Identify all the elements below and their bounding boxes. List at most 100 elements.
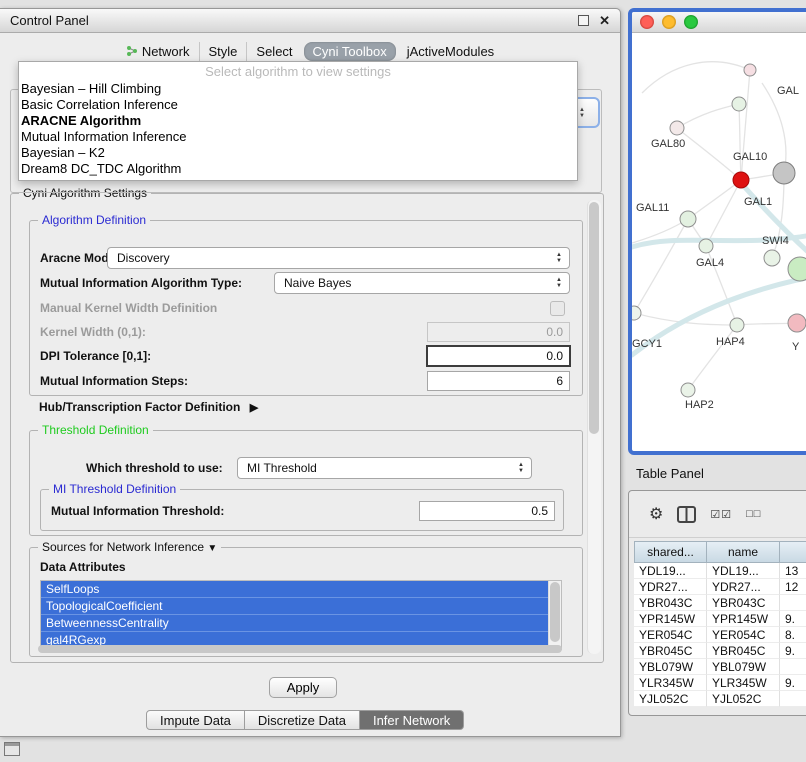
list-scrollbar[interactable]	[548, 581, 561, 649]
algorithm-option[interactable]: Basic Correlation Inference	[19, 97, 577, 113]
table-cell: YDR27...	[707, 579, 780, 595]
table-row[interactable]: YBR045CYBR045C9.	[634, 643, 806, 659]
column-header-extra[interactable]	[780, 541, 806, 563]
tab-jactivemodules[interactable]: jActiveModules	[398, 42, 503, 61]
algorithm-option[interactable]: Mutual Information Inference	[19, 129, 577, 145]
network-node[interactable]	[733, 172, 749, 188]
column-header-shared-name[interactable]: shared...	[634, 541, 707, 563]
algorithm-option[interactable]: Dream8 DC_TDC Algorithm	[19, 161, 577, 177]
column-header-name[interactable]: name	[707, 541, 780, 563]
horizontal-scrollbar[interactable]	[38, 645, 562, 653]
sources-group-title[interactable]: Sources for Network Inference ▼	[38, 540, 221, 554]
minimize-traffic-light-icon[interactable]	[662, 15, 676, 29]
apply-button[interactable]: Apply	[269, 677, 337, 698]
table-row[interactable]: YDR27...YDR27...12	[634, 579, 806, 595]
node-label: GCY1	[632, 338, 662, 350]
table-cell: YJL052C	[707, 691, 780, 707]
mi-threshold-group-title: MI Threshold Definition	[49, 482, 180, 496]
algorithm-option[interactable]: Bayesian – K2	[19, 145, 577, 161]
network-node[interactable]	[681, 383, 695, 397]
deselect-all-checks-icon[interactable]: □□	[746, 508, 761, 520]
algorithm-option[interactable]: ARACNE Algorithm	[19, 113, 577, 129]
attribute-item[interactable]: SelfLoops	[41, 581, 549, 598]
table-row[interactable]: YER054CYER054C8.	[634, 627, 806, 643]
cyni-algorithm-settings-group: Cyni Algorithm Settings Algorithm Defini…	[10, 193, 604, 663]
network-window-titlebar[interactable]	[632, 12, 806, 33]
hub-definition-expander[interactable]: Hub/Transcription Factor Definition ▶	[39, 400, 258, 414]
table-cell: 8.	[780, 627, 806, 643]
table-cell: 13	[780, 563, 806, 579]
node-label: GAL80	[651, 138, 685, 150]
window-title: Control Panel	[10, 13, 89, 28]
select-all-checks-icon[interactable]: ☑☑	[710, 508, 732, 521]
close-traffic-light-icon[interactable]	[640, 15, 654, 29]
threshold-definition-title: Threshold Definition	[38, 423, 153, 437]
network-node[interactable]	[773, 162, 795, 184]
network-node[interactable]	[788, 314, 806, 332]
dpi-tolerance-field[interactable]: 0.0	[426, 345, 571, 367]
table-cell: 9.	[780, 675, 806, 691]
table-cell: YBR045C	[634, 643, 707, 659]
table-cell: YJL052C	[634, 691, 707, 707]
tab-discretize-data[interactable]: Discretize Data	[245, 710, 360, 730]
table-row[interactable]: YLR345WYLR345W9.	[634, 675, 806, 691]
manual-kernel-checkbox[interactable]	[550, 301, 565, 316]
network-node[interactable]	[730, 318, 744, 332]
tab-cyni-toolbox[interactable]: Cyni Toolbox	[304, 42, 396, 61]
gear-icon[interactable]: ⚙	[649, 504, 663, 524]
node-label: SWI4	[762, 235, 789, 247]
node-label: GAL11	[636, 202, 669, 214]
table-cell: YDL19...	[634, 563, 707, 579]
network-node[interactable]	[699, 239, 713, 253]
tab-style[interactable]: Style	[199, 42, 247, 61]
node-label: GAL10	[733, 151, 767, 163]
network-node[interactable]	[632, 306, 641, 320]
table-cell	[780, 659, 806, 675]
which-threshold-select[interactable]: MI Threshold ▲▼	[237, 457, 532, 479]
mi-type-select[interactable]: Naive Bayes ▲▼	[274, 272, 570, 294]
float-window-icon[interactable]	[578, 15, 589, 26]
network-node[interactable]	[764, 250, 780, 266]
control-panel-titlebar[interactable]: Control Panel ✕	[0, 9, 620, 33]
network-node[interactable]	[732, 97, 746, 111]
table-row[interactable]: YBL079WYBL079W	[634, 659, 806, 675]
algorithm-option[interactable]: Bayesian – Hill Climbing	[19, 81, 577, 97]
columns-icon[interactable]	[677, 506, 696, 523]
sources-group: Sources for Network Inference ▼ Data Att…	[29, 547, 583, 657]
aracne-mode-select[interactable]: Discovery ▲▼	[107, 247, 570, 269]
network-node[interactable]	[670, 121, 684, 135]
algorithm-dropdown: Select algorithm to view settings Bayesi…	[18, 61, 578, 181]
minimized-panel-icon[interactable]	[4, 742, 20, 756]
mi-type-value: Naive Bayes	[284, 276, 351, 290]
attribute-item[interactable]: TopologicalCoefficient	[41, 598, 549, 615]
table-cell: YER054C	[634, 627, 707, 643]
close-window-icon[interactable]: ✕	[599, 13, 610, 29]
settings-scrollbar[interactable]	[587, 200, 601, 654]
network-node[interactable]	[744, 64, 756, 76]
table-cell: YDR27...	[634, 579, 707, 595]
mi-steps-field[interactable]: 6	[427, 371, 570, 391]
mi-threshold-field[interactable]: 0.5	[419, 501, 555, 521]
table-rows: YDL19...YDL19...13YDR27...YDR27...12YBR0…	[634, 563, 806, 707]
network-viewport[interactable]: GALGAL80GAL10GAL11GAL1SWI4GAL4GCY1HAP4YH…	[632, 33, 806, 432]
tab-select[interactable]: Select	[246, 42, 301, 61]
network-node[interactable]	[788, 257, 806, 281]
table-cell: YBL079W	[707, 659, 780, 675]
network-node[interactable]	[680, 211, 696, 227]
attribute-item[interactable]: BetweennessCentrality	[41, 615, 549, 632]
tab-infer-network[interactable]: Infer Network	[360, 710, 464, 730]
tab-impute-data[interactable]: Impute Data	[146, 710, 245, 730]
table-row[interactable]: YPR145WYPR145W9.	[634, 611, 806, 627]
table-cell: YPR145W	[634, 611, 707, 627]
zoom-traffic-light-icon[interactable]	[684, 15, 698, 29]
network-canvas[interactable]: GALGAL80GAL10GAL11GAL1SWI4GAL4GCY1HAP4YH…	[632, 33, 806, 432]
table-row[interactable]: YJL052CYJL052C	[634, 691, 806, 707]
table-cell	[780, 595, 806, 611]
table-row[interactable]: YBR043CYBR043C	[634, 595, 806, 611]
kernel-width-field[interactable]: 0.0	[427, 322, 570, 342]
table-row[interactable]: YDL19...YDL19...13	[634, 563, 806, 579]
tab-network[interactable]: Network	[117, 42, 199, 61]
table-cell: YBL079W	[634, 659, 707, 675]
table-cell: YLR345W	[634, 675, 707, 691]
table-cell: 9.	[780, 643, 806, 659]
